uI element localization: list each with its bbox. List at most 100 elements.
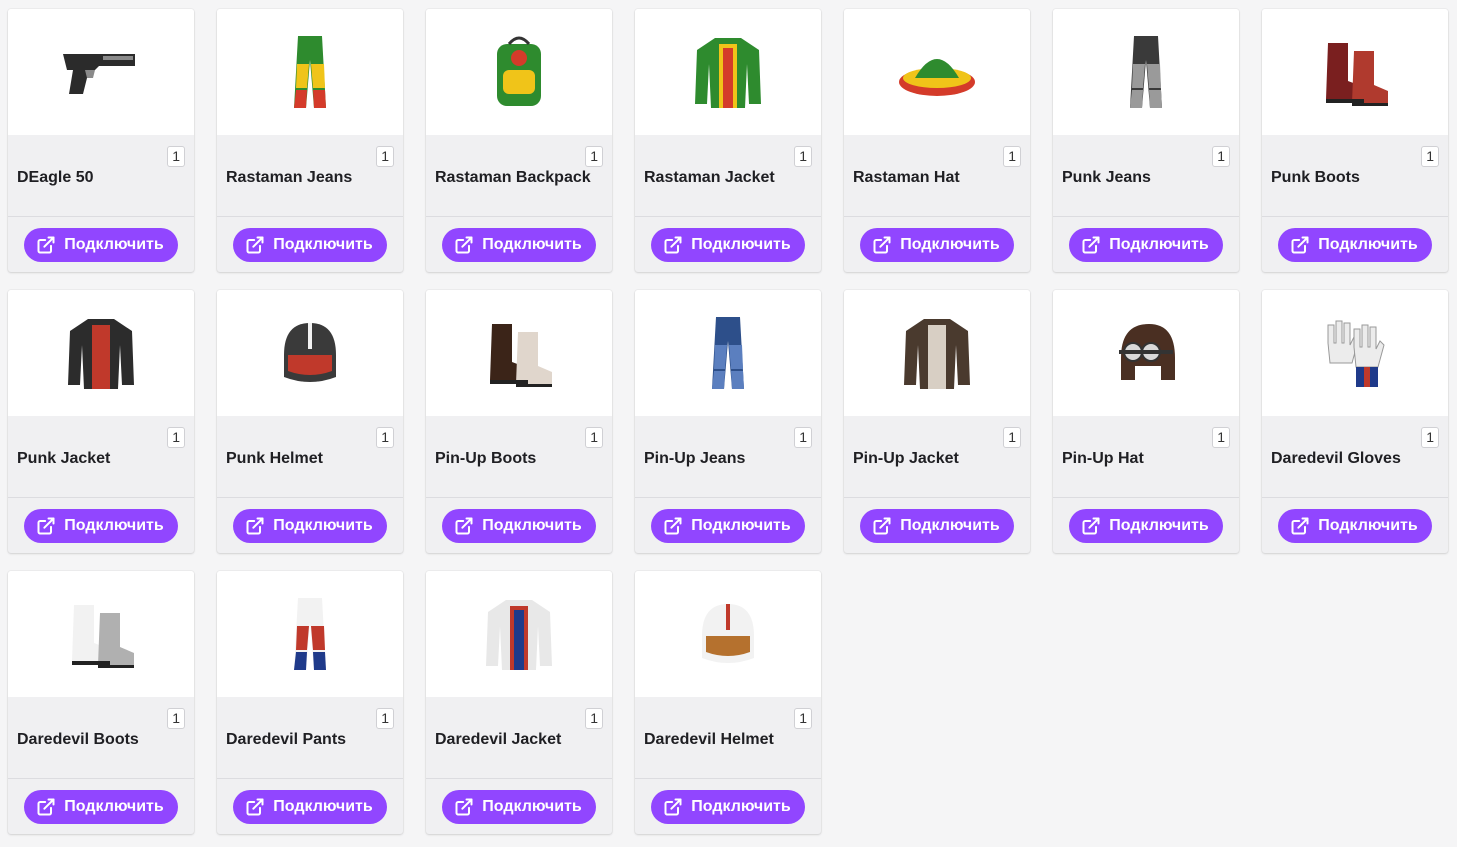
connect-button-label: Подключить [900,235,1000,253]
item-card: 1 Rastaman Hat Подключить [844,9,1030,272]
gloves-icon [1327,320,1385,387]
connect-button[interactable]: Подключить [651,789,805,824]
external-link-icon [1082,517,1100,534]
item-quantity-badge: 1 [1421,146,1439,167]
item-card: 1 Daredevil Gloves Подключить [1262,290,1448,553]
connect-button-label: Подключить [273,797,373,815]
connect-button-label: Подключить [1318,235,1418,253]
connect-button[interactable]: Подключить [24,508,178,543]
external-link-icon [664,236,682,253]
item-footer: Подключить [1262,498,1448,553]
connect-button-label: Подключить [273,516,373,534]
connect-button[interactable]: Подключить [651,227,805,262]
external-link-icon [246,517,264,534]
item-info: 1 Daredevil Jacket [426,697,612,779]
item-card: 1 DEagle 50 Подключить [8,9,194,272]
helmet-icon [284,323,336,382]
item-footer: Подключить [844,217,1030,272]
item-name: Punk Jacket [17,450,111,467]
boots-icon [490,324,552,387]
connect-button[interactable]: Подключить [24,789,178,824]
item-name: DEagle 50 [17,169,94,186]
external-link-icon [37,236,55,253]
external-link-icon [246,236,264,253]
connect-button[interactable]: Подключить [442,227,596,262]
item-quantity-badge: 1 [585,427,603,448]
item-quantity-badge: 1 [376,427,394,448]
item-footer: Подключить [1262,217,1448,272]
connect-button-label: Подключить [1318,516,1418,534]
external-link-icon [1291,236,1309,253]
item-thumbnail [1262,9,1448,135]
item-info: 1 Daredevil Helmet [635,697,821,779]
item-quantity-badge: 1 [585,146,603,167]
item-quantity-badge: 1 [376,146,394,167]
external-link-icon [37,798,55,815]
item-thumbnail [217,290,403,416]
connect-button-label: Подключить [691,235,791,253]
item-thumbnail [8,290,194,416]
item-footer: Подключить [426,779,612,834]
connect-button-label: Подключить [64,235,164,253]
item-quantity-badge: 1 [794,427,812,448]
item-name: Pin-Up Hat [1062,450,1144,467]
connect-button[interactable]: Подключить [860,508,1014,543]
item-info: 1 Rastaman Jeans [217,135,403,217]
connect-button[interactable]: Подключить [1278,227,1432,262]
item-card: 1 Pin-Up Boots Подключить [426,290,612,553]
jeans-icon [294,36,326,108]
item-footer: Подключить [426,498,612,553]
connect-button-label: Подключить [64,516,164,534]
connect-button[interactable]: Подключить [651,508,805,543]
boots-icon [72,605,134,668]
external-link-icon [37,517,55,534]
jacket-icon [904,319,970,389]
connect-button[interactable]: Подключить [860,227,1014,262]
connect-button[interactable]: Подключить [233,508,387,543]
connect-button[interactable]: Подключить [1069,227,1223,262]
item-quantity-badge: 1 [794,708,812,729]
item-info: 1 Pin-Up Boots [426,416,612,498]
item-name: Punk Boots [1271,169,1360,186]
item-footer: Подключить [8,217,194,272]
item-info: 1 Daredevil Pants [217,697,403,779]
item-thumbnail [426,571,612,697]
external-link-icon [873,236,891,253]
item-name: Punk Helmet [226,450,323,467]
item-thumbnail [1053,9,1239,135]
item-card: 1 Punk Jacket Подключить [8,290,194,553]
item-info: 1 DEagle 50 [8,135,194,217]
connect-button-label: Подключить [482,797,582,815]
connect-button[interactable]: Подключить [233,789,387,824]
item-card: 1 Daredevil Pants Подключить [217,571,403,834]
item-name: Rastaman Jeans [226,169,353,186]
connect-button[interactable]: Подключить [233,227,387,262]
item-info: 1 Punk Jeans [1053,135,1239,217]
item-card: 1 Daredevil Jacket Подключить [426,571,612,834]
item-info: 1 Daredevil Boots [8,697,194,779]
item-footer: Подключить [1053,217,1239,272]
jeans-icon [712,317,744,389]
external-link-icon [1291,517,1309,534]
connect-button[interactable]: Подключить [442,789,596,824]
jacket-icon [486,600,552,670]
item-quantity-badge: 1 [1212,427,1230,448]
external-link-icon [1082,236,1100,253]
item-thumbnail [635,571,821,697]
item-thumbnail [844,290,1030,416]
item-quantity-badge: 1 [1212,146,1230,167]
item-thumbnail [1053,290,1239,416]
connect-button[interactable]: Подключить [1069,508,1223,543]
item-name: Rastaman Jacket [644,169,775,186]
item-thumbnail [426,290,612,416]
connect-button[interactable]: Подключить [24,227,178,262]
connect-button[interactable]: Подключить [442,508,596,543]
item-name: Rastaman Backpack [435,169,591,186]
item-card: 1 Punk Boots Подключить [1262,9,1448,272]
item-footer: Подключить [635,498,821,553]
connect-button[interactable]: Подключить [1278,508,1432,543]
item-card: 1 Rastaman Backpack Подключить [426,9,612,272]
item-name: Rastaman Hat [853,169,960,186]
item-name: Pin-Up Boots [435,450,537,467]
item-name: Daredevil Pants [226,731,347,748]
